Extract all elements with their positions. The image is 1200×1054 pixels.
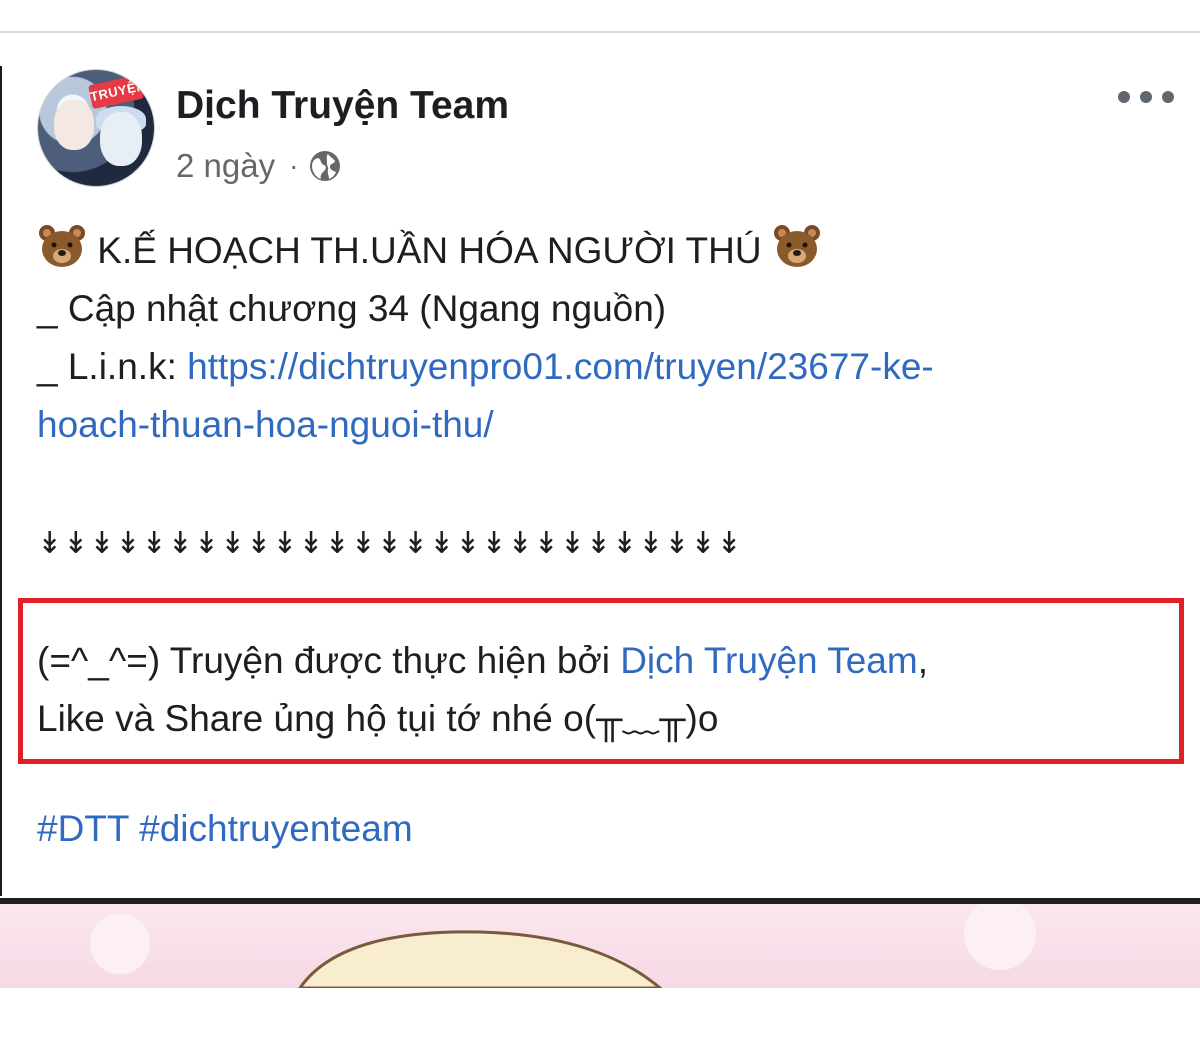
credit-suffix: , xyxy=(917,640,928,681)
bear-face-icon xyxy=(773,225,820,267)
post-timestamp[interactable]: 2 ngày xyxy=(176,147,275,185)
credit-line2-text: Like và Share ủng hộ tụi tớ nhé o( xyxy=(37,698,597,739)
author-name[interactable]: Dịch Truyện Team xyxy=(176,84,509,128)
post-meta: 2 ngày · xyxy=(176,146,342,186)
chapter-link[interactable]: https://dichtruyenpro01.com/truyen/23677… xyxy=(187,346,934,387)
credit-text: (=^_^=) Truyện được thực hiện bởi Dịch T… xyxy=(37,632,928,748)
more-options-icon xyxy=(1118,91,1130,103)
hashtags[interactable]: #DTT #dichtruyenteam xyxy=(37,808,413,850)
link-line: _ L.i.n.k: https://dichtruyenpro01.com/t… xyxy=(37,338,1187,396)
author-avatar[interactable]: TRUYỆN xyxy=(37,69,155,187)
update-line: _ Cập nhật chương 34 (Ngang nguồn) xyxy=(37,288,667,329)
credit-page-link[interactable]: Dịch Truyện Team xyxy=(620,640,918,681)
bear-face-icon xyxy=(39,225,85,267)
post-title: K.Ế HOẠCH TH.UẦN HÓA NGƯỜI THÚ xyxy=(97,230,762,271)
meta-separator: · xyxy=(289,150,299,181)
link-line-continued: hoach-thuan-hoa-nguoi-thu/ xyxy=(37,396,1187,454)
avatar-badge-logo: TRUYỆN xyxy=(88,74,147,110)
post-title-line: K.Ế HOẠCH TH.UẦN HÓA NGƯỜI THÚ xyxy=(37,222,1187,280)
more-options-button[interactable] xyxy=(1118,84,1174,110)
credit-line-2: Like và Share ủng hộ tụi tớ nhé o(╥﹏╥)o xyxy=(37,690,928,748)
credit-line-1: (=^_^=) Truyện được thực hiện bởi Dịch T… xyxy=(37,632,928,690)
post-image-preview[interactable] xyxy=(0,904,1200,988)
illustration-preview xyxy=(90,904,1036,988)
credit-prefix: (=^_^=) Truyện được thực hiện bởi xyxy=(37,640,621,681)
down-arrows-divider: ↡↡↡↡↡↡↡↡↡↡↡↡↡↡↡↡↡↡↡↡↡↡↡↡↡↡↡ xyxy=(37,527,743,560)
link-label: _ L.i.n.k: xyxy=(37,346,188,387)
globe-icon[interactable] xyxy=(308,149,342,183)
post-text: K.Ế HOẠCH TH.UẦN HÓA NGƯỜI THÚ _ Cập nhậ… xyxy=(37,222,1187,454)
chapter-link-continued[interactable]: hoach-thuan-hoa-nguoi-thu/ xyxy=(37,404,494,445)
credit-line2-end: )o xyxy=(685,698,719,739)
crying-kaomoji: ╥﹏╥ xyxy=(596,698,686,739)
